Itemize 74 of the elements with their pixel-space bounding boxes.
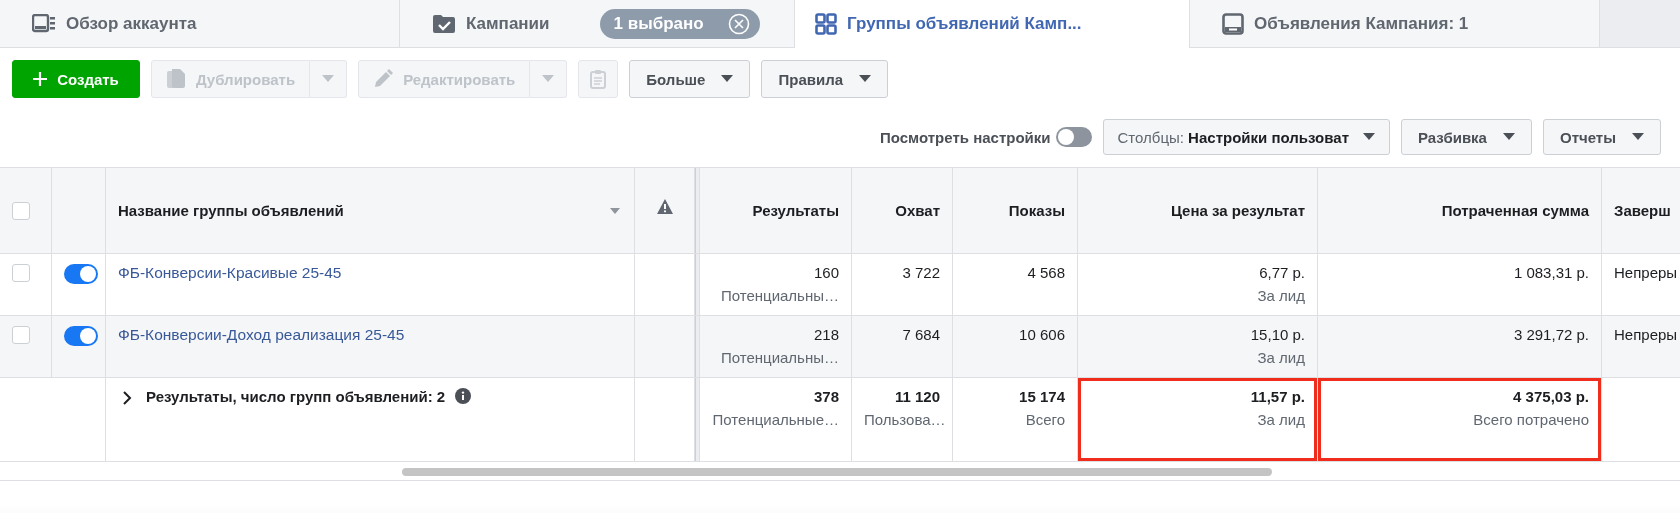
grid-icon: [815, 13, 837, 35]
column-header[interactable]: Охват: [895, 202, 940, 219]
column-header[interactable]: Цена за результат: [1170, 202, 1305, 219]
tab[interactable]: Группы объявлений Камп...: [795, 0, 1190, 48]
caret-icon: [721, 75, 734, 83]
table-cell-text: 10 606: [1018, 326, 1065, 343]
ad-set-link[interactable]: ФБ-Конверсии-Доход реализация 25-45: [118, 326, 405, 343]
table-cell-text: 3 722: [901, 264, 940, 281]
dashboard-icon: [32, 13, 56, 34]
total-value: 15 174: [1018, 388, 1065, 405]
table-cell-text: 15,10 р.: [1249, 326, 1305, 343]
column-header[interactable]: Результаты: [752, 202, 839, 219]
menu-button[interactable]: Больше: [629, 60, 751, 98]
cell-caption: Всего потрачено: [1472, 411, 1589, 428]
warning-icon: [656, 199, 673, 214]
column-header[interactable]: Показы: [1008, 202, 1065, 219]
folder-check-icon: [432, 13, 456, 34]
total-value: 378: [812, 388, 839, 405]
cell-caption: За лид: [1256, 411, 1305, 428]
cell-caption: Потенциальны…: [719, 287, 839, 304]
caret-icon: [1363, 133, 1375, 141]
column-header[interactable]: Название группы объявлений: [118, 202, 344, 219]
caret-icon: [322, 75, 335, 83]
pencil-icon: [373, 69, 394, 89]
sort-caret-icon[interactable]: [610, 207, 620, 214]
table-cell-text: 4 568: [1026, 264, 1065, 281]
caret-icon: [1632, 133, 1644, 141]
cell-caption: Всего: [1024, 411, 1065, 428]
table-cell-text: 1 083,31 р.: [1512, 264, 1589, 281]
checkbox[interactable]: [12, 326, 30, 344]
monitor-icon: [1222, 12, 1244, 35]
dropdown-button[interactable]: [530, 60, 568, 98]
toggle-switch[interactable]: [64, 264, 98, 284]
columns-button[interactable]: Столбцы: Настройки пользоват: [1102, 119, 1390, 155]
plus-icon: [33, 72, 48, 86]
info-icon[interactable]: [455, 388, 472, 404]
checkbox[interactable]: [12, 264, 30, 282]
tab[interactable]: Объявления Кампания: 1: [1190, 0, 1600, 47]
table-cell-text: 6,77 р.: [1258, 264, 1305, 281]
table-cell-text: 160: [812, 264, 839, 281]
dropdown-button[interactable]: Отчеты: [1542, 119, 1661, 155]
dropdown-button[interactable]: [310, 60, 348, 98]
caret-icon: [859, 75, 872, 83]
chevron-icon[interactable]: [122, 391, 132, 405]
cell-caption: За лид: [1256, 287, 1305, 304]
total-value: 11,57 р.: [1249, 388, 1305, 405]
ad-set-link[interactable]: ФБ-Конверсии-Красивые 25-45: [118, 264, 342, 281]
caret-icon: [542, 75, 555, 83]
table-cell-text: Непреры: [1614, 264, 1679, 281]
table-cell-text: 218: [812, 326, 839, 343]
copy-icon: [166, 68, 186, 90]
close-icon[interactable]: [727, 12, 750, 35]
summary-label: Результаты, число групп объявлений: 2: [146, 388, 446, 405]
scrollbar[interactable]: [402, 468, 1272, 476]
column-header[interactable]: Потраченная сумма: [1441, 202, 1589, 219]
table-cell-text: Непреры: [1614, 326, 1679, 343]
dropdown-button[interactable]: Разбивка: [1401, 119, 1532, 155]
total-value: 11 120: [893, 388, 940, 405]
toggle-switch[interactable]: [1055, 127, 1092, 147]
cell-caption: Потенциальны…: [719, 349, 839, 366]
caret-icon: [1502, 133, 1515, 141]
table-cell-text: 3 291,72 р.: [1512, 326, 1589, 343]
cell-caption: Потенциальные…: [712, 411, 839, 428]
tab[interactable]: Обзор аккаунта: [0, 0, 400, 47]
view-settings-label: Посмотреть настройки: [879, 128, 1051, 146]
cell-caption: За лид: [1256, 349, 1305, 366]
clipboard-icon: [590, 69, 607, 89]
checkbox[interactable]: [12, 201, 30, 220]
total-value: 4 375,03 р.: [1512, 388, 1589, 405]
menu-button[interactable]: Правила: [761, 60, 889, 98]
toggle-switch[interactable]: [64, 326, 98, 346]
tab[interactable]: Кампании 1 выбрано: [400, 0, 795, 47]
column-header[interactable]: Заверш: [1614, 202, 1671, 219]
table-cell-text: 7 684: [901, 326, 940, 343]
